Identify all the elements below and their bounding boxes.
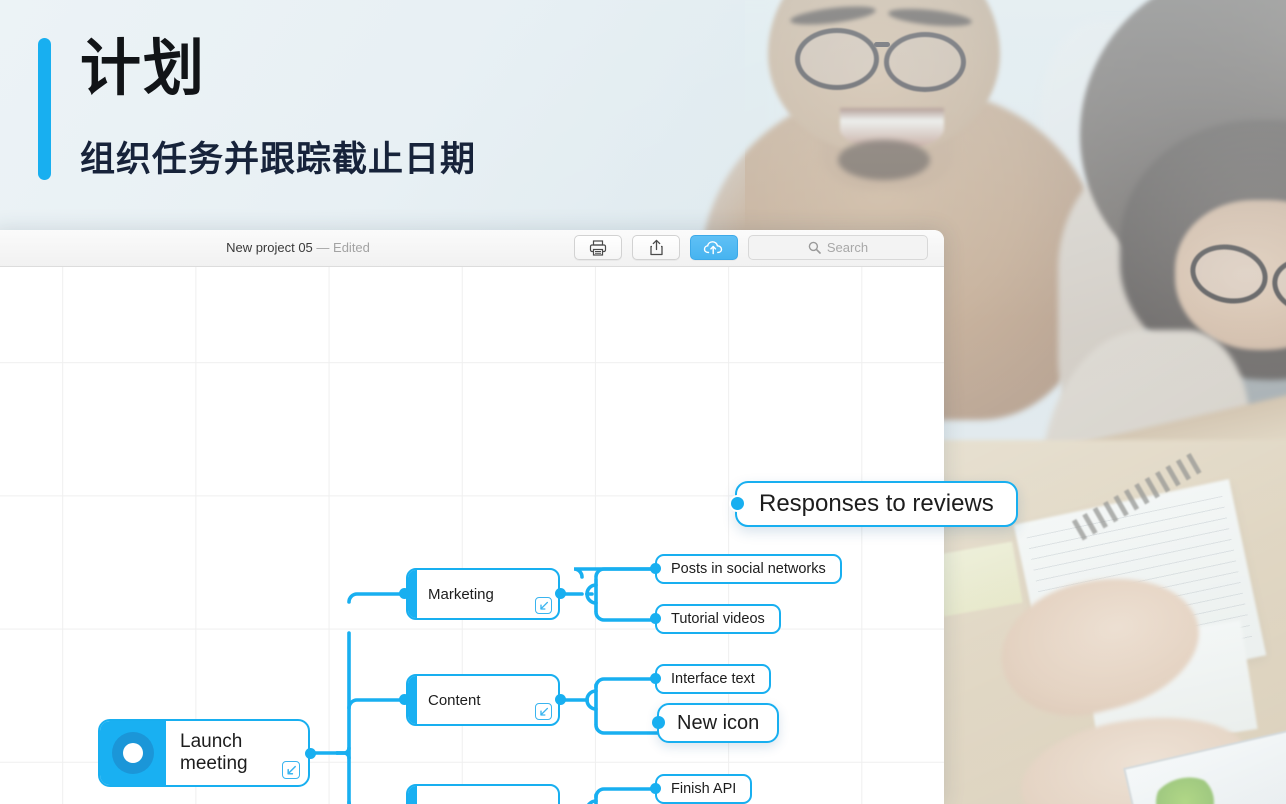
window-toolbar: Search <box>574 235 928 260</box>
photo-man-beard <box>838 140 930 180</box>
photo-man-glasses-left <box>795 28 879 90</box>
marketing-output-dot <box>555 588 566 599</box>
category-body: Development <box>417 786 558 804</box>
leaf-label: New icon <box>677 711 760 734</box>
mindmap-root-node[interactable]: Launch meeting <box>98 719 310 787</box>
share-button[interactable] <box>632 235 680 260</box>
leaf-label: Interface text <box>671 671 755 687</box>
print-button[interactable] <box>574 235 622 260</box>
mindmap-category-marketing[interactable]: Marketing <box>406 568 560 620</box>
leaf-label: Finish API <box>671 781 737 797</box>
document-title: New project 05 — Edited <box>0 240 604 255</box>
page-subtitle: 组织任务并跟踪截止日期 <box>80 140 477 179</box>
collapse-arrow-icon[interactable] <box>535 703 552 720</box>
mindmap-leaf-tutorial-videos[interactable]: Tutorial videos <box>655 604 781 634</box>
search-icon <box>808 241 821 254</box>
window-titlebar: New project 05 — Edited Search <box>0 230 944 267</box>
arrow-down-left-glyph <box>286 765 296 775</box>
header-banner: 计划 组织任务并跟踪截止日期 <box>0 0 745 230</box>
root-text-cell: Launch meeting <box>166 721 308 785</box>
photo-man-glasses-right <box>884 32 966 92</box>
leaf-label: Tutorial videos <box>671 611 765 627</box>
cloud-upload-icon <box>703 240 723 254</box>
leaf-dot <box>650 673 661 684</box>
document-status: — Edited <box>316 240 370 255</box>
responses-leaf-dot <box>729 495 746 512</box>
leaf-dot <box>650 563 661 574</box>
print-icon <box>589 239 607 256</box>
category-body: Marketing <box>417 570 558 618</box>
collapse-arrow-icon[interactable] <box>535 597 552 614</box>
ring-icon <box>112 732 154 774</box>
mindmap-category-development[interactable]: Development <box>406 784 560 804</box>
search-input[interactable]: Search <box>748 235 928 260</box>
root-output-dot <box>305 748 316 759</box>
arrow-down-left-glyph <box>539 707 548 716</box>
mindmap-leaf-finish-api[interactable]: Finish API <box>655 774 753 804</box>
mindmap-leaf-interface-text[interactable]: Interface text <box>655 664 771 694</box>
collapse-arrow-icon[interactable] <box>282 761 300 779</box>
category-body: Content <box>417 676 558 724</box>
arrow-down-left-glyph <box>539 601 548 610</box>
mindmap-category-content[interactable]: Content <box>406 674 560 726</box>
mindmap-leaf-responses-to-reviews[interactable]: Responses to reviews <box>735 481 1018 527</box>
search-placeholder: Search <box>826 240 869 255</box>
mindmap-leaf-new-icon[interactable]: New icon <box>657 703 780 743</box>
share-icon <box>649 239 663 256</box>
marketing-input-dot <box>399 588 410 599</box>
leaf-dot <box>650 783 661 794</box>
category-stripe <box>408 786 417 804</box>
root-label: Launch meeting <box>180 730 248 774</box>
content-input-dot <box>399 694 410 705</box>
root-icon-cell <box>100 721 166 785</box>
photo-man-glasses-bridge <box>874 42 890 47</box>
document-name: New project 05 <box>226 240 313 255</box>
leaf-label: Responses to reviews <box>759 490 994 517</box>
cloud-upload-button[interactable] <box>690 235 738 260</box>
category-label: Marketing <box>428 585 494 603</box>
category-label: Content <box>428 691 481 709</box>
mindmap-leaf-posts-in-social-networks[interactable]: Posts in social networks <box>655 554 842 584</box>
page-title: 计划 <box>80 34 207 102</box>
leaf-label: Posts in social networks <box>671 561 826 577</box>
title-accent-bar <box>38 38 51 180</box>
content-output-dot <box>555 694 566 705</box>
mindmap-canvas[interactable]: Launch meeting Marketing Content Posts i… <box>0 267 944 804</box>
leaf-dot <box>650 613 661 624</box>
new-icon-leaf-dot <box>652 716 665 729</box>
